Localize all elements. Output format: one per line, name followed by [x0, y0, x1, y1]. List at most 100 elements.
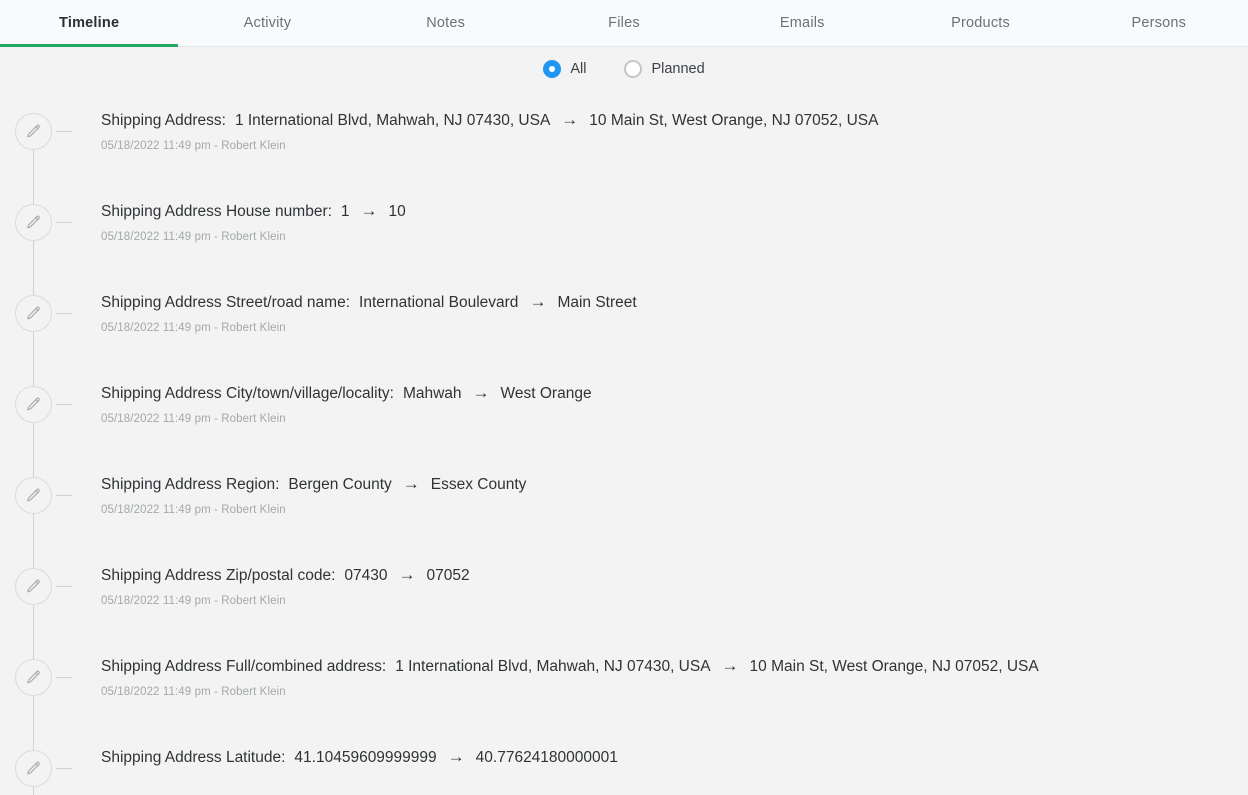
tab-label: Notes [426, 15, 466, 31]
timeline-entry: Shipping Address Latitude: 41.10459609999… [0, 728, 1248, 795]
field-change-line: Shipping Address Region: Bergen County → Es… [101, 473, 1232, 496]
field-label: Shipping Address Region: [101, 476, 280, 493]
old-value: 1 International Blvd, Mahwah, NJ 07430, … [234, 112, 551, 129]
field-label: Shipping Address Street/road name: [101, 294, 351, 311]
tab-timeline[interactable]: Timeline [0, 0, 179, 47]
timeline-entry-body: Shipping Address Latitude: 41.10459609999… [101, 746, 1232, 777]
timeline-entry: Shipping Address Region: Bergen County → Es… [0, 455, 1248, 546]
new-value: 40.77624180000001 [475, 749, 618, 766]
field-label: Shipping Address Zip/postal code: [101, 567, 336, 584]
entry-meta: 05/18/2022 11:49 pm - Robert Klein [101, 322, 286, 334]
new-value: 10 [388, 203, 406, 220]
timeline-connector [56, 313, 72, 314]
pencil-icon[interactable] [15, 750, 52, 787]
tab-products[interactable]: Products [891, 0, 1069, 46]
timeline-entry: Shipping Address Full/combined address: 1… [0, 637, 1248, 728]
old-value: Bergen County [288, 476, 392, 493]
field-label: Shipping Address Latitude: [101, 749, 286, 766]
tab-notes[interactable]: Notes [357, 0, 535, 46]
field-change-line: Shipping Address Zip/postal code: 07430 → 0… [101, 564, 1232, 587]
arrow-right-icon: → [561, 110, 579, 129]
timeline-entry-body: Shipping Address: 1 International Blvd, M… [101, 109, 1232, 152]
arrow-right-icon: → [529, 292, 547, 311]
entry-meta: 05/18/2022 11:49 pm - Robert Klein [101, 686, 286, 698]
arrow-right-icon: → [360, 201, 378, 220]
radio-indicator-planned[interactable] [624, 60, 643, 78]
field-change-line: Shipping Address City/town/village/local… [101, 382, 1232, 405]
timeline-entry: Shipping Address House number: 1 → 10 05/18/… [0, 182, 1248, 273]
tab-label: Persons [1131, 15, 1187, 31]
timeline-entry-body: Shipping Address Full/combined address: 1… [101, 655, 1232, 698]
timeline-entry-body: Shipping Address City/town/village/local… [101, 382, 1232, 425]
timeline-filter-bar: All Planned [0, 47, 1248, 91]
entry-meta: 05/18/2022 11:49 pm - Robert Klein [101, 231, 286, 243]
radio-label: Planned [651, 61, 705, 77]
arrow-right-icon: → [447, 747, 465, 766]
pencil-icon[interactable] [15, 386, 52, 423]
entry-meta: 05/18/2022 11:49 pm - Robert Klein [101, 504, 286, 516]
entry-meta: 05/18/2022 11:49 pm - Robert Klein [101, 413, 286, 425]
field-change-line: Shipping Address House number: 1 → 10 [101, 200, 1232, 223]
timeline-entry: Shipping Address: 1 International Blvd, M… [0, 91, 1248, 182]
tab-label: Files [608, 15, 640, 31]
old-value: 41.10459609999999 [294, 749, 437, 766]
pencil-icon[interactable] [15, 295, 52, 332]
timeline-entry: Shipping Address Zip/postal code: 07430 → 0… [0, 546, 1248, 637]
tab-activity[interactable]: Activity [178, 0, 356, 46]
pencil-icon[interactable] [15, 204, 52, 241]
field-label: Shipping Address City/town/village/local… [101, 385, 394, 402]
radio-label: All [570, 61, 587, 77]
pencil-icon[interactable] [15, 477, 52, 514]
timeline-entry-body: Shipping Address House number: 1 → 10 05/18/… [101, 200, 1232, 243]
timeline-connector [56, 222, 72, 223]
old-value: International Boulevard [359, 294, 519, 311]
timeline-connector [56, 495, 72, 496]
field-label: Shipping Address: [101, 112, 226, 129]
new-value: Main Street [557, 294, 637, 311]
field-change-line: Shipping Address Street/road name: Intern… [101, 291, 1232, 314]
timeline-connector [56, 586, 72, 587]
old-value: 07430 [344, 567, 388, 584]
field-label: Shipping Address House number: [101, 203, 332, 220]
old-value: Mahwah [402, 385, 462, 402]
new-value: 10 Main St, West Orange, NJ 07052, USA [749, 658, 1039, 675]
pencil-icon[interactable] [15, 113, 52, 150]
arrow-right-icon: → [472, 383, 490, 402]
tab-label: Products [951, 15, 1010, 31]
field-change-line: Shipping Address Full/combined address: 1… [101, 655, 1232, 678]
tab-label: Activity [243, 15, 292, 31]
arrow-right-icon: → [398, 565, 416, 584]
timeline-connector [56, 677, 72, 678]
timeline-entry: Shipping Address City/town/village/local… [0, 364, 1248, 455]
tab-emails[interactable]: Emails [713, 0, 891, 46]
timeline-entry-body: Shipping Address Street/road name: Intern… [101, 291, 1232, 334]
field-label: Shipping Address Full/combined address: [101, 658, 387, 675]
timeline-entry: Shipping Address Street/road name: Intern… [0, 273, 1248, 364]
new-value: Essex County [430, 476, 527, 493]
new-value: 10 Main St, West Orange, NJ 07052, USA [589, 112, 879, 129]
new-value: West Orange [500, 385, 592, 402]
timeline-connector [56, 404, 72, 405]
new-value: 07052 [426, 567, 470, 584]
timeline-entry-body: Shipping Address Zip/postal code: 07430 → 0… [101, 564, 1232, 607]
timeline-connector [56, 131, 72, 132]
pencil-icon[interactable] [15, 568, 52, 605]
field-change-line: Shipping Address: 1 International Blvd, M… [101, 109, 1232, 132]
timeline-entry-body: Shipping Address Region: Bergen County → Es… [101, 473, 1232, 516]
tab-label: Emails [779, 15, 825, 31]
old-value: 1 [340, 203, 350, 220]
tab-files[interactable]: Files [535, 0, 713, 46]
arrow-right-icon: → [402, 474, 420, 493]
arrow-right-icon: → [721, 656, 739, 675]
timeline-connector [56, 768, 72, 769]
tab-persons[interactable]: Persons [1070, 0, 1248, 46]
radio-indicator-all[interactable] [543, 60, 562, 78]
entry-meta: 05/18/2022 11:49 pm - Robert Klein [101, 595, 286, 607]
pencil-icon[interactable] [15, 659, 52, 696]
old-value: 1 International Blvd, Mahwah, NJ 07430, … [395, 658, 711, 675]
radio-all[interactable]: All [543, 60, 586, 78]
timeline-list: Shipping Address: 1 International Blvd, M… [0, 91, 1248, 795]
tab-bar: Timeline Activity Notes Files Emails Products… [0, 0, 1248, 47]
field-change-line: Shipping Address Latitude: 41.10459609999… [101, 746, 1232, 769]
radio-planned[interactable]: Planned [624, 60, 705, 78]
